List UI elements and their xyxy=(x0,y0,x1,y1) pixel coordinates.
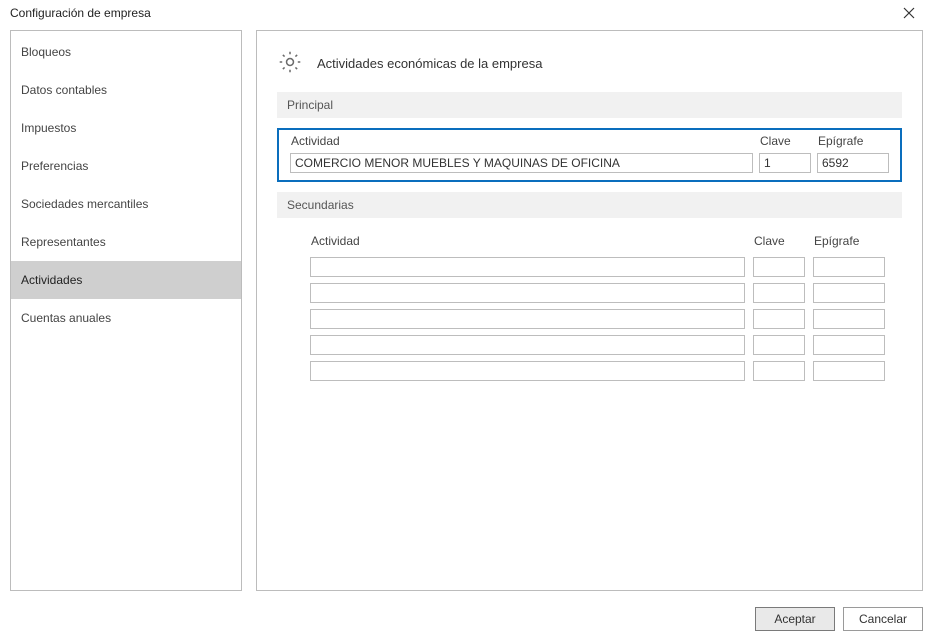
content-header: Actividades económicas de la empresa xyxy=(277,49,902,78)
secundarias-actividad-input[interactable] xyxy=(310,335,745,355)
sidebar-item-cuentas-anuales[interactable]: Cuentas anuales xyxy=(11,299,241,337)
sidebar-item-actividades[interactable]: Actividades xyxy=(11,261,241,299)
section-principal-header: Principal xyxy=(277,92,902,118)
sidebar-item-impuestos[interactable]: Impuestos xyxy=(11,109,241,147)
secundarias-col-epigrafe: Epígrafe xyxy=(812,234,886,252)
sidebar-item-representantes[interactable]: Representantes xyxy=(11,223,241,261)
secundarias-row xyxy=(309,282,886,304)
secundarias-actividad-input[interactable] xyxy=(310,361,745,381)
secundarias-clave-input[interactable] xyxy=(753,309,805,329)
secundarias-epigrafe-input[interactable] xyxy=(813,283,885,303)
principal-clave-input[interactable]: 1 xyxy=(759,153,811,173)
close-icon[interactable] xyxy=(895,2,923,24)
content-title: Actividades económicas de la empresa xyxy=(317,56,542,71)
secundarias-row xyxy=(309,308,886,330)
secundarias-clave-input[interactable] xyxy=(753,361,805,381)
principal-col-clave: Clave xyxy=(758,134,812,150)
secundarias-epigrafe-input[interactable] xyxy=(813,335,885,355)
secundarias-table: Actividad Clave Epígrafe xyxy=(303,230,892,386)
secundarias-clave-input[interactable] xyxy=(753,257,805,277)
secundarias-epigrafe-input[interactable] xyxy=(813,361,885,381)
sidebar-item-datos-contables[interactable]: Datos contables xyxy=(11,71,241,109)
secundarias-actividad-input[interactable] xyxy=(310,283,745,303)
principal-col-actividad: Actividad xyxy=(289,134,754,150)
sidebar-item-sociedades-mercantiles[interactable]: Sociedades mercantiles xyxy=(11,185,241,223)
secundarias-actividad-input[interactable] xyxy=(310,257,745,277)
section-secundarias-header: Secundarias xyxy=(277,192,902,218)
principal-col-epigrafe: Epígrafe xyxy=(816,134,890,150)
secundarias-epigrafe-input[interactable] xyxy=(813,309,885,329)
secundarias-group: Actividad Clave Epígrafe xyxy=(277,228,902,386)
secundarias-col-clave: Clave xyxy=(752,234,806,252)
secundarias-row xyxy=(309,334,886,356)
window-title: Configuración de empresa xyxy=(10,6,151,20)
sidebar: Bloqueos Datos contables Impuestos Prefe… xyxy=(10,30,242,591)
principal-table: Actividad Clave Epígrafe COMERCIO MENOR … xyxy=(285,132,894,176)
sidebar-item-bloqueos[interactable]: Bloqueos xyxy=(11,33,241,71)
content-panel: Actividades económicas de la empresa Pri… xyxy=(256,30,923,591)
gear-icon xyxy=(277,49,303,78)
dialog-body: Bloqueos Datos contables Impuestos Prefe… xyxy=(0,30,933,599)
principal-actividad-input[interactable]: COMERCIO MENOR MUEBLES Y MAQUINAS DE OFI… xyxy=(290,153,753,173)
secundarias-clave-input[interactable] xyxy=(753,283,805,303)
titlebar: Configuración de empresa xyxy=(0,0,933,30)
accept-button[interactable]: Aceptar xyxy=(755,607,835,631)
secundarias-clave-input[interactable] xyxy=(753,335,805,355)
secundarias-actividad-input[interactable] xyxy=(310,309,745,329)
window: Configuración de empresa Bloqueos Datos … xyxy=(0,0,933,639)
secundarias-row xyxy=(309,256,886,278)
secundarias-col-actividad: Actividad xyxy=(309,234,746,252)
sidebar-item-preferencias[interactable]: Preferencias xyxy=(11,147,241,185)
principal-group: Actividad Clave Epígrafe COMERCIO MENOR … xyxy=(277,128,902,182)
footer: Aceptar Cancelar xyxy=(0,599,933,639)
cancel-button[interactable]: Cancelar xyxy=(843,607,923,631)
secundarias-row xyxy=(309,360,886,382)
principal-epigrafe-input[interactable]: 6592 xyxy=(817,153,889,173)
principal-row: COMERCIO MENOR MUEBLES Y MAQUINAS DE OFI… xyxy=(289,152,890,174)
secundarias-epigrafe-input[interactable] xyxy=(813,257,885,277)
